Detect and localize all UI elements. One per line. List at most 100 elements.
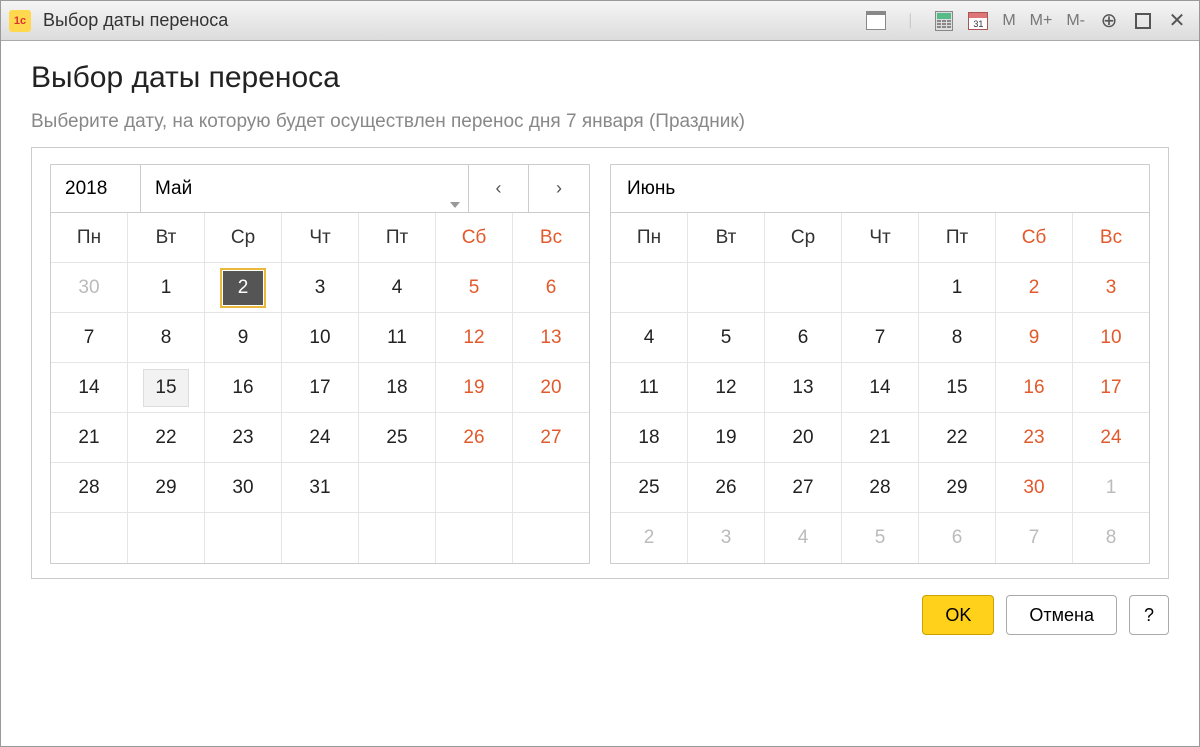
calendar-day[interactable]: 3 — [688, 513, 765, 563]
calendar-day[interactable]: 1 — [919, 263, 996, 313]
calendar-day[interactable]: 12 — [436, 313, 513, 363]
calendar-day[interactable]: 15 — [919, 363, 996, 413]
calendar-day[interactable]: 29 — [128, 463, 205, 513]
calendar-right-header: Июнь — [611, 165, 1149, 213]
calendar-week-row: 11121314151617 — [611, 363, 1149, 413]
calendar-week-row: 78910111213 — [51, 313, 589, 363]
calendar-day[interactable]: 18 — [611, 413, 688, 463]
memory-m-button[interactable]: M — [998, 12, 1019, 30]
calendar-day[interactable]: 24 — [282, 413, 359, 463]
calendar-day[interactable]: 1 — [1073, 463, 1149, 513]
calendar-day[interactable]: 28 — [842, 463, 919, 513]
calendar-day[interactable]: 19 — [688, 413, 765, 463]
calendar-day[interactable]: 4 — [359, 263, 436, 313]
calendar-day[interactable]: 5 — [688, 313, 765, 363]
calendar-day[interactable]: 5 — [842, 513, 919, 563]
zoom-icon[interactable]: ⊕ — [1095, 7, 1123, 35]
calendar-day[interactable]: 21 — [51, 413, 128, 463]
calendar-day[interactable]: 7 — [842, 313, 919, 363]
calendar-day[interactable]: 27 — [513, 413, 589, 463]
calendar-day[interactable]: 20 — [765, 413, 842, 463]
calendar-week-row: 28293031 — [51, 463, 589, 513]
calendar-day[interactable]: 5 — [436, 263, 513, 313]
calendar-day[interactable]: 2 — [996, 263, 1073, 313]
hovered-day: 15 — [143, 369, 189, 407]
maximize-icon[interactable] — [1129, 7, 1157, 35]
calendar-day-empty — [205, 513, 282, 563]
calendar-day[interactable]: 31 — [282, 463, 359, 513]
calendar-day[interactable]: 4 — [765, 513, 842, 563]
calculator-icon[interactable] — [930, 7, 958, 35]
selected-day-highlight: 2 — [220, 268, 266, 308]
print-icon[interactable] — [862, 7, 890, 35]
calendar-day[interactable]: 10 — [282, 313, 359, 363]
calendar-day-empty — [688, 263, 765, 313]
calendar-day[interactable]: 11 — [611, 363, 688, 413]
calendar-day[interactable]: 18 — [359, 363, 436, 413]
calendar-day[interactable]: 13 — [765, 363, 842, 413]
calendar-day[interactable]: 17 — [282, 363, 359, 413]
calendar-day[interactable]: 3 — [282, 263, 359, 313]
calendar-day[interactable]: 29 — [919, 463, 996, 513]
calendar-day[interactable]: 25 — [611, 463, 688, 513]
memory-mplus-button[interactable]: M+ — [1026, 12, 1057, 30]
weekday-label: Ср — [205, 213, 282, 263]
calendar-day[interactable]: 11 — [359, 313, 436, 363]
calendar-day[interactable]: 20 — [513, 363, 589, 413]
calendar-day[interactable]: 22 — [128, 413, 205, 463]
calendar-day[interactable]: 17 — [1073, 363, 1149, 413]
calendar-day[interactable]: 23 — [996, 413, 1073, 463]
calendar-day[interactable]: 26 — [436, 413, 513, 463]
calendar-day[interactable]: 8 — [128, 313, 205, 363]
calendar-day[interactable]: 9 — [205, 313, 282, 363]
calendar-day[interactable]: 8 — [1073, 513, 1149, 563]
ok-button[interactable]: OK — [922, 595, 994, 635]
calendar-day[interactable]: 15 — [128, 363, 205, 413]
window-title: Выбор даты переноса — [43, 10, 862, 31]
calendar-day[interactable]: 30 — [996, 463, 1073, 513]
calendar-day[interactable]: 26 — [688, 463, 765, 513]
cancel-button[interactable]: Отмена — [1006, 595, 1117, 635]
month-selector[interactable]: Май — [141, 165, 469, 213]
calendar-week-row: 18192021222324 — [611, 413, 1149, 463]
calendar-day[interactable]: 12 — [688, 363, 765, 413]
calendar-icon[interactable]: 31 — [964, 7, 992, 35]
calendar-day[interactable]: 2 — [205, 263, 282, 313]
calendar-day[interactable]: 9 — [996, 313, 1073, 363]
close-icon[interactable]: ✕ — [1163, 7, 1191, 35]
calendar-day[interactable]: 19 — [436, 363, 513, 413]
calendar-day[interactable]: 13 — [513, 313, 589, 363]
calendar-day[interactable]: 2 — [611, 513, 688, 563]
calendar-day[interactable]: 16 — [996, 363, 1073, 413]
calendar-day[interactable]: 30 — [51, 263, 128, 313]
calendar-day[interactable]: 14 — [51, 363, 128, 413]
calendar-day[interactable]: 22 — [919, 413, 996, 463]
calendar-day[interactable]: 6 — [513, 263, 589, 313]
calendar-day[interactable]: 16 — [205, 363, 282, 413]
weekday-label: Пн — [611, 213, 688, 263]
next-month-button[interactable]: › — [529, 165, 589, 213]
calendar-day[interactable]: 1 — [128, 263, 205, 313]
calendar-day[interactable]: 3 — [1073, 263, 1149, 313]
prev-month-button[interactable]: ‹ — [469, 165, 529, 213]
calendar-day[interactable]: 8 — [919, 313, 996, 363]
calendar-day[interactable]: 30 — [205, 463, 282, 513]
memory-mminus-button[interactable]: M- — [1062, 12, 1089, 30]
calendar-day[interactable]: 23 — [205, 413, 282, 463]
calendar-day[interactable]: 25 — [359, 413, 436, 463]
calendar-day[interactable]: 21 — [842, 413, 919, 463]
calendar-day[interactable]: 6 — [765, 313, 842, 363]
calendar-day[interactable]: 24 — [1073, 413, 1149, 463]
calendar-day[interactable]: 7 — [996, 513, 1073, 563]
help-button[interactable]: ? — [1129, 595, 1169, 635]
year-selector[interactable]: 2018 — [51, 165, 141, 213]
calendar-day[interactable]: 7 — [51, 313, 128, 363]
calendar-day[interactable]: 10 — [1073, 313, 1149, 363]
calendar-day[interactable]: 4 — [611, 313, 688, 363]
calendar-day[interactable]: 6 — [919, 513, 996, 563]
calendar-day-empty — [842, 263, 919, 313]
calendar-day-empty — [513, 513, 589, 563]
calendar-day[interactable]: 28 — [51, 463, 128, 513]
calendar-day[interactable]: 14 — [842, 363, 919, 413]
calendar-day[interactable]: 27 — [765, 463, 842, 513]
